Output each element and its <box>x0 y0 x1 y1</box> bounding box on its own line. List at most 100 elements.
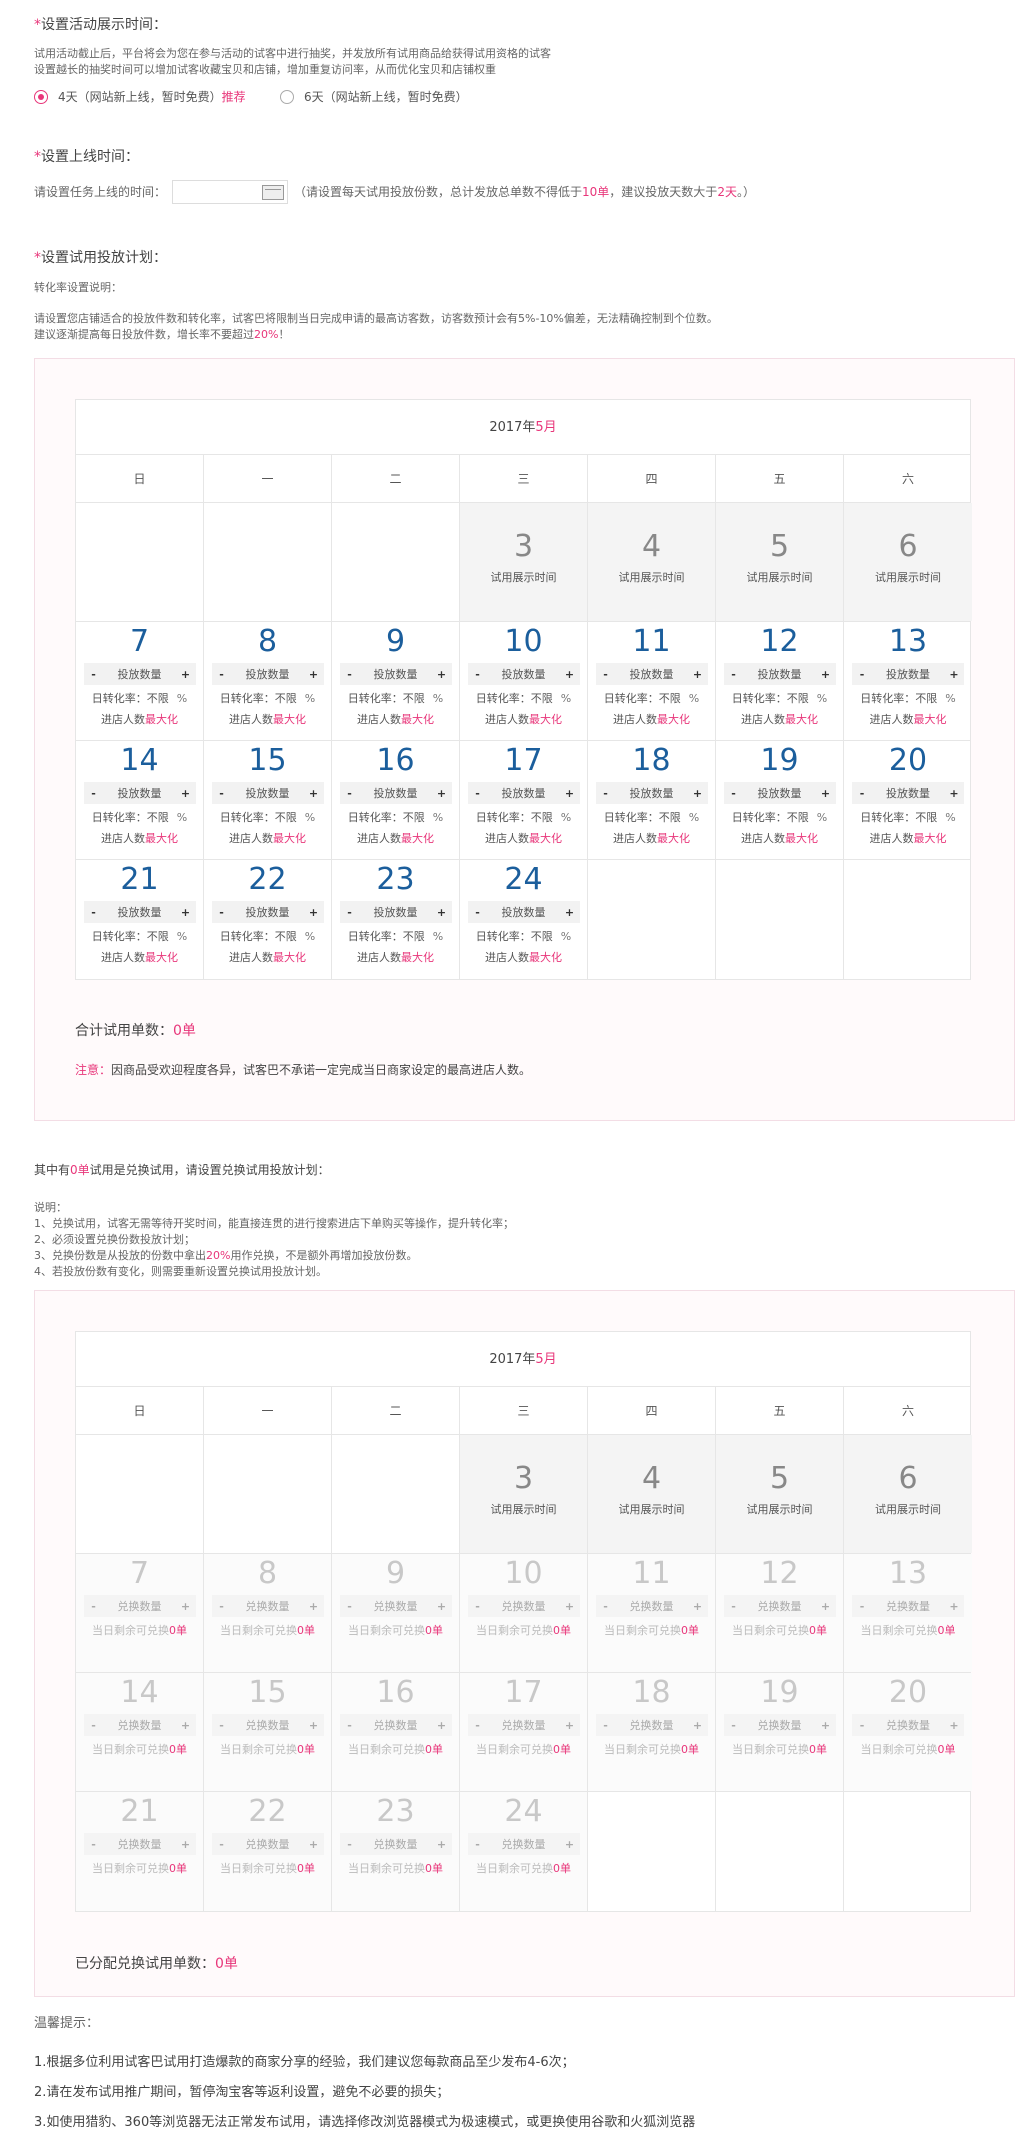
increment-button[interactable]: + <box>304 1600 324 1613</box>
increment-button[interactable]: + <box>176 1719 196 1732</box>
conversion-rate-help-link[interactable]: 转化率设置说明： <box>34 280 122 296</box>
increment-button[interactable]: + <box>432 668 452 681</box>
increment-button[interactable]: + <box>432 1600 452 1613</box>
decrement-button[interactable]: - <box>852 787 872 800</box>
decrement-button[interactable]: - <box>724 1600 744 1613</box>
increment-button[interactable]: + <box>688 668 708 681</box>
exchange-quantity-stepper[interactable]: - 兑换数量 + <box>852 1595 964 1617</box>
decrement-button[interactable]: - <box>212 1719 232 1732</box>
conversion-rate-field[interactable]: 日转化率：不限% <box>460 690 587 706</box>
decrement-button[interactable]: - <box>340 1600 360 1613</box>
decrement-button[interactable]: - <box>340 906 360 919</box>
conversion-rate-field[interactable]: 日转化率：不限% <box>204 928 331 944</box>
increment-button[interactable]: + <box>560 668 580 681</box>
conversion-rate-field[interactable]: 日转化率：不限% <box>332 809 459 825</box>
quantity-stepper[interactable]: - 投放数量 + <box>211 782 324 804</box>
increment-button[interactable]: + <box>176 1838 196 1851</box>
increment-button[interactable]: + <box>816 787 836 800</box>
exchange-quantity-stepper[interactable]: - 兑换数量 + <box>83 1714 196 1736</box>
decrement-button[interactable]: - <box>212 787 232 800</box>
calendar-icon[interactable] <box>262 185 284 200</box>
increment-button[interactable]: + <box>432 1838 452 1851</box>
quantity-stepper[interactable]: - 投放数量 + <box>595 782 708 804</box>
decrement-button[interactable]: - <box>596 1719 616 1732</box>
decrement-button[interactable]: - <box>84 668 104 681</box>
increment-button[interactable]: + <box>304 668 324 681</box>
exchange-quantity-stepper[interactable]: - 兑换数量 + <box>211 1833 324 1855</box>
increment-button[interactable]: + <box>176 668 196 681</box>
decrement-button[interactable]: - <box>468 668 488 681</box>
exchange-quantity-stepper[interactable]: - 兑换数量 + <box>723 1595 836 1617</box>
conversion-rate-field[interactable]: 日转化率：不限% <box>844 690 972 706</box>
increment-button[interactable]: + <box>176 906 196 919</box>
decrement-button[interactable]: - <box>340 1838 360 1851</box>
decrement-button[interactable]: - <box>212 1838 232 1851</box>
conversion-rate-field[interactable]: 日转化率：不限% <box>76 690 203 706</box>
increment-button[interactable]: + <box>304 906 324 919</box>
radio-6-days[interactable]: 6天（网站新上线，暂时免费） <box>280 88 468 105</box>
increment-button[interactable]: + <box>944 1719 964 1732</box>
decrement-button[interactable]: - <box>212 668 232 681</box>
increment-button[interactable]: + <box>560 1838 580 1851</box>
decrement-button[interactable]: - <box>596 668 616 681</box>
conversion-rate-field[interactable]: 日转化率：不限% <box>332 928 459 944</box>
exchange-quantity-stepper[interactable]: - 兑换数量 + <box>595 1714 708 1736</box>
quantity-stepper[interactable]: - 投放数量 + <box>83 901 196 923</box>
quantity-stepper[interactable]: - 投放数量 + <box>83 782 196 804</box>
conversion-rate-field[interactable]: 日转化率：不限% <box>332 690 459 706</box>
decrement-button[interactable]: - <box>852 1600 872 1613</box>
quantity-stepper[interactable]: - 投放数量 + <box>339 782 452 804</box>
increment-button[interactable]: + <box>944 787 964 800</box>
decrement-button[interactable]: - <box>468 1719 488 1732</box>
exchange-quantity-stepper[interactable]: - 兑换数量 + <box>852 1714 964 1736</box>
increment-button[interactable]: + <box>688 1719 708 1732</box>
increment-button[interactable]: + <box>688 787 708 800</box>
conversion-rate-field[interactable]: 日转化率：不限% <box>716 809 843 825</box>
exchange-quantity-stepper[interactable]: - 兑换数量 + <box>467 1833 580 1855</box>
exchange-quantity-stepper[interactable]: - 兑换数量 + <box>339 1833 452 1855</box>
increment-button[interactable]: + <box>432 787 452 800</box>
decrement-button[interactable]: - <box>468 906 488 919</box>
quantity-stepper[interactable]: - 投放数量 + <box>723 663 836 685</box>
decrement-button[interactable]: - <box>596 1600 616 1613</box>
increment-button[interactable]: + <box>944 668 964 681</box>
increment-button[interactable]: + <box>816 1600 836 1613</box>
conversion-rate-field[interactable]: 日转化率：不限% <box>588 690 715 706</box>
increment-button[interactable]: + <box>432 1719 452 1732</box>
increment-button[interactable]: + <box>432 906 452 919</box>
increment-button[interactable]: + <box>304 1719 324 1732</box>
online-date-input[interactable] <box>172 180 288 204</box>
exchange-quantity-stepper[interactable]: - 兑换数量 + <box>467 1595 580 1617</box>
radio-4-days[interactable]: 4天（网站新上线，暂时免费） 推荐 <box>34 88 246 105</box>
decrement-button[interactable]: - <box>468 1600 488 1613</box>
quantity-stepper[interactable]: - 投放数量 + <box>211 663 324 685</box>
exchange-quantity-stepper[interactable]: - 兑换数量 + <box>723 1714 836 1736</box>
conversion-rate-field[interactable]: 日转化率：不限% <box>76 809 203 825</box>
exchange-quantity-stepper[interactable]: - 兑换数量 + <box>211 1714 324 1736</box>
exchange-quantity-stepper[interactable]: - 兑换数量 + <box>211 1595 324 1617</box>
quantity-stepper[interactable]: - 投放数量 + <box>467 901 580 923</box>
decrement-button[interactable]: - <box>84 906 104 919</box>
quantity-stepper[interactable]: - 投放数量 + <box>852 663 964 685</box>
increment-button[interactable]: + <box>176 787 196 800</box>
increment-button[interactable]: + <box>816 668 836 681</box>
exchange-quantity-stepper[interactable]: - 兑换数量 + <box>467 1714 580 1736</box>
exchange-quantity-stepper[interactable]: - 兑换数量 + <box>339 1714 452 1736</box>
exchange-quantity-stepper[interactable]: - 兑换数量 + <box>339 1595 452 1617</box>
conversion-rate-field[interactable]: 日转化率：不限% <box>204 809 331 825</box>
decrement-button[interactable]: - <box>724 787 744 800</box>
decrement-button[interactable]: - <box>84 1838 104 1851</box>
decrement-button[interactable]: - <box>852 1719 872 1732</box>
decrement-button[interactable]: - <box>468 787 488 800</box>
quantity-stepper[interactable]: - 投放数量 + <box>339 663 452 685</box>
decrement-button[interactable]: - <box>724 1719 744 1732</box>
quantity-stepper[interactable]: - 投放数量 + <box>211 901 324 923</box>
increment-button[interactable]: + <box>560 1719 580 1732</box>
exchange-quantity-stepper[interactable]: - 兑换数量 + <box>83 1833 196 1855</box>
conversion-rate-field[interactable]: 日转化率：不限% <box>76 928 203 944</box>
quantity-stepper[interactable]: - 投放数量 + <box>595 663 708 685</box>
conversion-rate-field[interactable]: 日转化率：不限% <box>588 809 715 825</box>
increment-button[interactable]: + <box>304 1838 324 1851</box>
quantity-stepper[interactable]: - 投放数量 + <box>723 782 836 804</box>
quantity-stepper[interactable]: - 投放数量 + <box>467 663 580 685</box>
